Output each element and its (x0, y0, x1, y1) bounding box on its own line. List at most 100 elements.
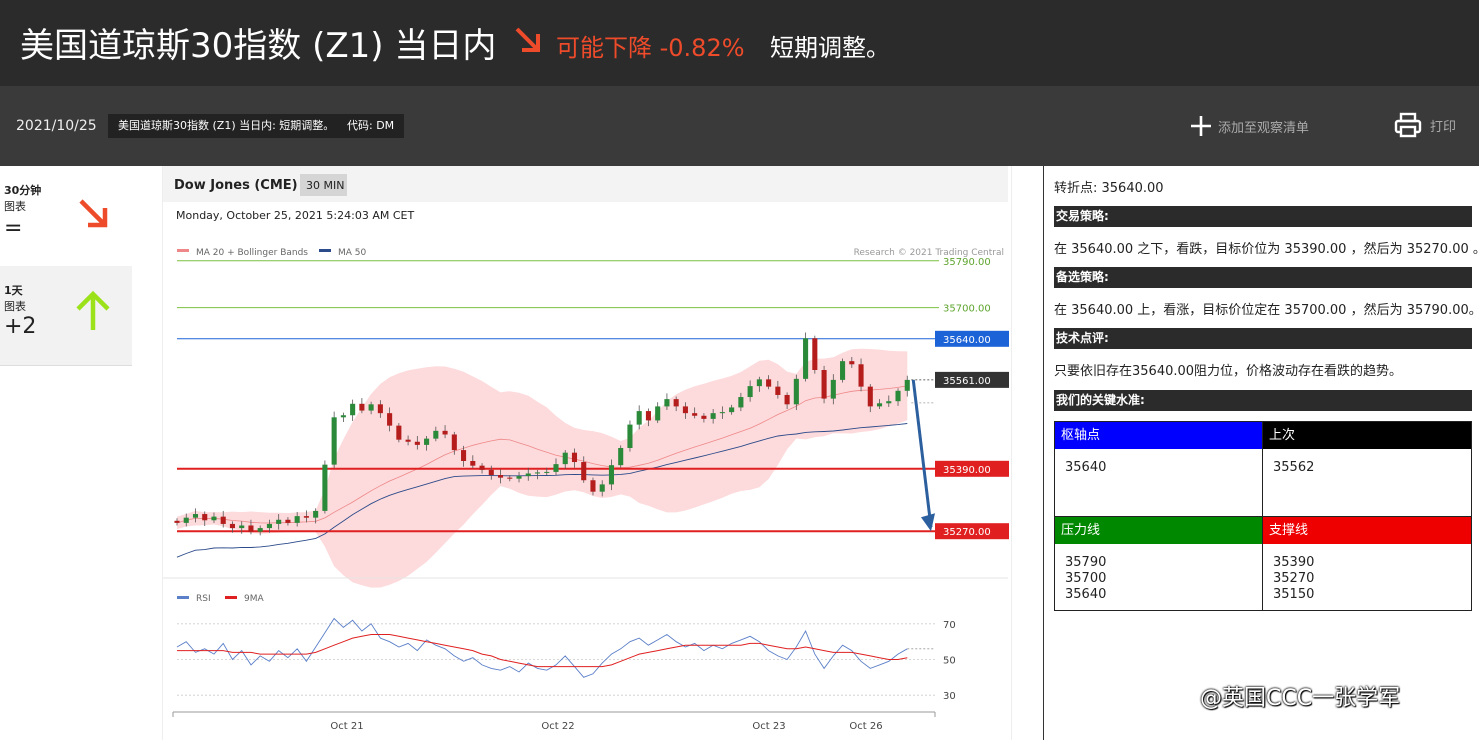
arrow-up-icon (76, 290, 110, 330)
rsi-tick-label: 70 (943, 620, 956, 631)
comment-text: 只要依旧存在35640.00阻力位，价格波动存在看跌的趋势。 (1054, 364, 1403, 379)
candle (701, 415, 707, 419)
candle (359, 403, 365, 411)
support-values: 35390 35270 35150 (1273, 555, 1315, 602)
code-chip: 代码: DM (337, 114, 405, 138)
candle (340, 415, 346, 418)
add-watchlist-button[interactable]: 添加至观察清单 (1190, 114, 1309, 138)
candle (830, 379, 836, 399)
instrument-name: Dow Jones (CME) (174, 178, 298, 193)
key-levels-heading: 我们的关键水准: (1054, 390, 1472, 411)
last-header: 上次 (1263, 422, 1471, 449)
timeframe-30min[interactable]: 30分钟 图表 = (0, 166, 132, 266)
candle (387, 413, 393, 426)
pivot-values: 35640 (1065, 460, 1107, 475)
watermark: @英国CCC一张学军 (1200, 686, 1401, 711)
candle (729, 407, 735, 413)
timeframe-score: +2 (4, 314, 37, 339)
x-tick-label: Oct 26 (849, 721, 882, 732)
candle (331, 417, 337, 465)
candle (220, 516, 226, 524)
candle (174, 520, 180, 523)
candle (183, 517, 189, 523)
candle (424, 438, 430, 445)
candle (645, 411, 651, 421)
strategy-heading: 交易策略: (1054, 206, 1472, 227)
candle (821, 370, 827, 399)
x-tick-label: Oct 21 (330, 721, 363, 732)
candle (571, 452, 578, 463)
candle (211, 516, 217, 521)
candle (664, 399, 670, 407)
candle (655, 406, 661, 421)
candle (516, 476, 522, 479)
report-date: 2021/10/25 (16, 118, 97, 134)
candle (562, 452, 568, 465)
candle (895, 390, 901, 402)
rsi-tick-label: 50 (943, 656, 956, 667)
resistance-values: 35790 35700 35640 (1065, 555, 1107, 602)
candle (433, 430, 439, 439)
candle (803, 338, 809, 379)
candle (479, 465, 485, 470)
candle (618, 448, 624, 466)
candle (692, 413, 698, 416)
candle (682, 406, 688, 414)
x-tick-label: Oct 22 (541, 721, 574, 732)
candle (581, 462, 587, 481)
forecast-change: 可能下降 -0.82% (556, 34, 745, 62)
candle (488, 469, 494, 476)
chart-timestamp: Monday, October 25, 2021 5:24:03 AM CET (176, 209, 414, 222)
support-header: 支撑线 (1263, 517, 1471, 544)
page-title: 美国道琼斯30指数 (Z1) 当日内 (20, 26, 497, 66)
forecast-arrow (911, 379, 933, 528)
candle (876, 403, 883, 407)
level-label-support: 35270.00 (943, 527, 991, 538)
alternative-heading: 备选策略: (1054, 267, 1472, 288)
level-label-last: 35561.00 (943, 376, 991, 387)
table-divider (1055, 516, 1471, 517)
candle (470, 461, 476, 466)
candle (627, 424, 633, 448)
candle (239, 525, 245, 529)
legend-rsi-swatch (177, 596, 189, 599)
chart-panel: Dow Jones (CME) 30 MIN Monday, October 2… (162, 166, 1012, 740)
price-plot: 35790.00 35700.00 35640.00 35561.00 35390.00… (174, 257, 1009, 588)
candle (636, 411, 642, 425)
strategy-text: 在 35640.00 之下，看跌，目标价位为 35390.00 ，然后为 352… (1054, 242, 1479, 257)
timeframe-label: 1天 (4, 284, 23, 297)
candle (858, 364, 864, 387)
candle (257, 528, 263, 532)
add-watchlist-label: 添加至观察清单 (1218, 120, 1310, 136)
legend-9ma: 9MA (244, 594, 264, 604)
candle (756, 379, 762, 387)
candle (849, 361, 855, 365)
candle (451, 434, 457, 451)
candle (738, 397, 744, 408)
forecast-summary: 短期调整。 (770, 34, 890, 62)
timeframe-score: = (4, 216, 23, 241)
candle (396, 425, 402, 440)
legend-9ma-swatch (225, 596, 237, 599)
timeframe-1day[interactable]: 1天 图表 +2 (0, 266, 132, 366)
candle (608, 465, 615, 485)
candle (497, 475, 504, 478)
rsi-tick-label: 30 (943, 691, 956, 702)
info-bar: 2021/10/25 美国道琼斯30指数 (Z1) 当日内: 短期调整。 代码:… (0, 86, 1479, 166)
print-label: 打印 (1430, 119, 1457, 135)
pivot-point: 转折点: 35640.00 (1054, 181, 1164, 196)
arrow-down-right-icon (515, 27, 540, 52)
candle (840, 361, 846, 380)
plus-icon (1191, 116, 1211, 136)
candle (599, 484, 605, 492)
candle (766, 379, 772, 387)
candle (313, 510, 319, 518)
candle (248, 525, 254, 532)
candle (414, 441, 420, 445)
candle (747, 386, 753, 398)
comment-heading: 技术点评: (1054, 328, 1472, 349)
print-button[interactable]: 打印 (1394, 110, 1456, 140)
printer-icon (1394, 112, 1422, 138)
timeframe-label: 30分钟 (4, 184, 42, 197)
candle (544, 471, 550, 473)
